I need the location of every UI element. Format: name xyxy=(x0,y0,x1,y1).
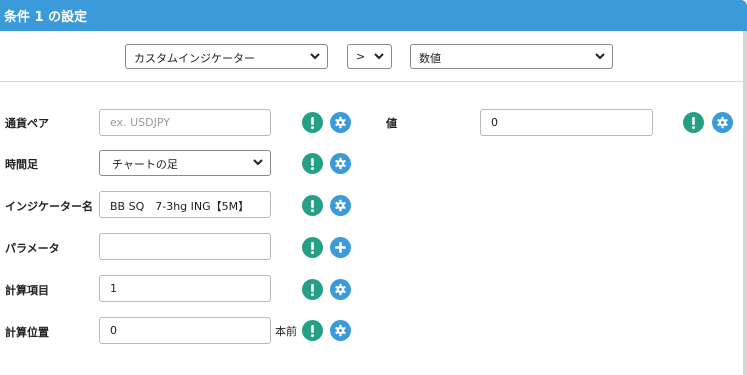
calc-item-settings-button[interactable] xyxy=(330,279,351,300)
value-input-text: 0 xyxy=(491,116,498,129)
panel-header: 条件 1 の設定 xyxy=(0,0,747,31)
calc-item-input[interactable]: 1 xyxy=(99,275,271,302)
value-input[interactable]: 0 xyxy=(480,109,653,136)
panel-title: 条件 1 の設定 xyxy=(4,10,88,25)
currency-pair-placeholder: ex. USDJPY xyxy=(110,116,170,129)
gear-icon xyxy=(335,116,346,129)
calc-position-suffix: 本前 xyxy=(275,325,297,338)
chevron-down-icon xyxy=(253,159,263,166)
operator-value: > xyxy=(356,50,366,63)
exclamation-icon xyxy=(311,158,314,171)
timeframe-value: チャートの足 xyxy=(112,158,178,171)
calc-position-value: 0 xyxy=(110,324,117,337)
gear-icon xyxy=(335,157,346,170)
calc-item-label: 計算項目 xyxy=(5,284,49,297)
chevron-down-icon xyxy=(374,53,384,60)
calc-position-label: 計算位置 xyxy=(5,326,49,339)
gear-icon xyxy=(335,283,346,296)
chevron-down-icon xyxy=(310,53,320,60)
parameter-info-button[interactable] xyxy=(302,237,323,258)
timeframe-settings-button[interactable] xyxy=(330,153,351,174)
indicator-name-value: BB SQ 7-3hg ING【5M】 xyxy=(110,200,250,213)
parameter-add-button[interactable] xyxy=(330,237,351,258)
calc-item-info-button[interactable] xyxy=(302,279,323,300)
indicator-name-info-button[interactable] xyxy=(302,195,323,216)
exclamation-icon xyxy=(311,242,314,255)
calc-item-value: 1 xyxy=(110,282,117,295)
parameter-input[interactable] xyxy=(99,233,271,260)
calc-position-settings-button[interactable] xyxy=(330,320,351,341)
value-label: 値 xyxy=(386,117,397,130)
exclamation-icon xyxy=(311,284,314,297)
currency-pair-info-button[interactable] xyxy=(302,112,323,133)
gear-icon xyxy=(717,116,728,129)
plus-icon xyxy=(335,242,346,253)
indicator-type-select[interactable]: カスタムインジケーター xyxy=(125,44,328,69)
currency-pair-input[interactable]: ex. USDJPY xyxy=(99,109,271,136)
value-settings-button[interactable] xyxy=(712,112,733,133)
currency-pair-settings-button[interactable] xyxy=(330,112,351,133)
calc-position-info-button[interactable] xyxy=(302,320,323,341)
calc-position-input[interactable]: 0 xyxy=(99,317,271,344)
timeframe-info-button[interactable] xyxy=(302,153,323,174)
exclamation-icon xyxy=(311,117,314,130)
compare-type-value: 数値 xyxy=(419,52,441,65)
exclamation-icon xyxy=(311,200,314,213)
exclamation-icon xyxy=(692,117,695,130)
scrollbar-edge xyxy=(743,31,747,375)
operator-select[interactable]: > xyxy=(347,44,392,69)
currency-pair-label: 通貨ペア xyxy=(5,117,49,130)
divider xyxy=(0,81,743,82)
timeframe-label: 時間足 xyxy=(5,158,38,171)
gear-icon xyxy=(335,199,346,212)
indicator-name-label: インジケーター名 xyxy=(5,200,93,213)
chevron-down-icon xyxy=(595,53,605,60)
exclamation-icon xyxy=(311,325,314,338)
gear-icon xyxy=(335,324,346,337)
value-info-button[interactable] xyxy=(683,112,704,133)
indicator-type-value: カスタムインジケーター xyxy=(134,52,255,65)
timeframe-select[interactable]: チャートの足 xyxy=(99,150,271,176)
parameter-label: パラメータ xyxy=(5,242,60,255)
indicator-name-input[interactable]: BB SQ 7-3hg ING【5M】 xyxy=(99,191,271,218)
indicator-name-settings-button[interactable] xyxy=(330,195,351,216)
compare-type-select[interactable]: 数値 xyxy=(410,44,613,69)
